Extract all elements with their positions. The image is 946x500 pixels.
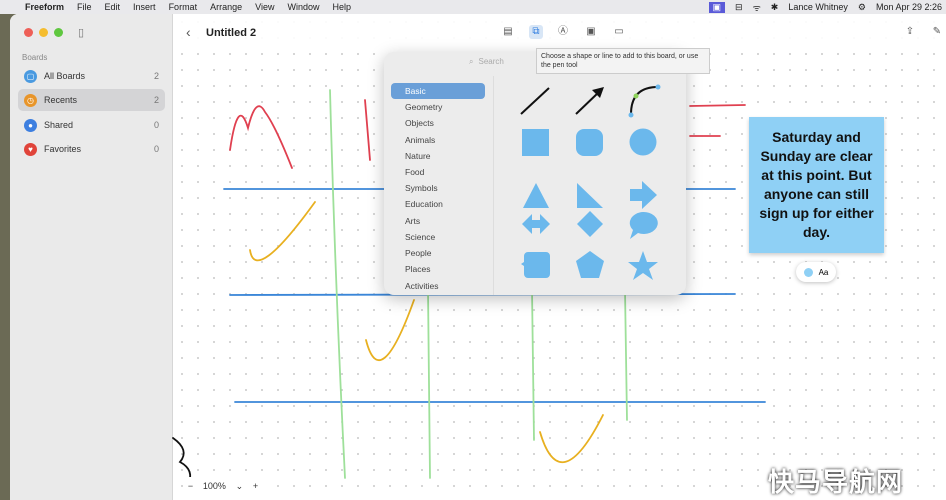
zoom-in-button[interactable]: + — [253, 481, 258, 491]
shape-grid — [496, 76, 686, 295]
category-science[interactable]: Science — [391, 229, 485, 245]
search-icon: ⌕ — [469, 57, 474, 66]
category-objects[interactable]: Objects — [391, 115, 485, 131]
yellow-drawing — [539, 414, 604, 464]
category-symbols[interactable]: Symbols — [391, 180, 485, 196]
category-basic[interactable]: Basic — [391, 83, 485, 99]
note-format-button[interactable]: Aa — [796, 262, 836, 282]
category-arts[interactable]: Arts — [391, 213, 485, 229]
zoom-level[interactable]: 100% — [203, 481, 226, 491]
search-field[interactable]: ⌕ Search — [469, 57, 504, 67]
category-animals[interactable]: Animals — [391, 132, 485, 148]
text-format-label[interactable]: Aa — [819, 268, 829, 277]
yellow-drawing — [365, 299, 415, 361]
curve-line-shape[interactable] — [628, 84, 661, 118]
pentagon-shape[interactable] — [576, 251, 604, 278]
diamond-shape[interactable] — [577, 211, 603, 237]
rounded-square-shape[interactable] — [576, 129, 603, 156]
green-line — [329, 89, 346, 479]
green-line — [531, 289, 535, 441]
shape-picker: ⌕ Search Basic Geometry Objects Animals N… — [384, 52, 686, 295]
category-people[interactable]: People — [391, 245, 485, 261]
arrow-line-shape[interactable] — [575, 87, 604, 115]
green-line — [624, 289, 628, 421]
green-line — [427, 289, 431, 479]
triangle-shape[interactable] — [523, 183, 549, 208]
zoom-out-button[interactable]: − — [188, 481, 193, 491]
right-triangle-shape[interactable] — [577, 183, 603, 208]
zoom-control: − 100% ⌄ + — [183, 477, 263, 495]
category-places[interactable]: Places — [391, 261, 485, 277]
color-swatch-icon[interactable] — [803, 267, 813, 277]
yellow-drawing — [249, 201, 316, 262]
red-drawing — [364, 99, 371, 161]
category-education[interactable]: Education — [391, 196, 485, 212]
red-drawing — [689, 104, 746, 137]
star-shape[interactable] — [628, 251, 658, 280]
shapes-tooltip: Choose a shape or line to add to this bo… — [536, 48, 710, 75]
category-nature[interactable]: Nature — [391, 148, 485, 164]
callout-shape[interactable] — [521, 252, 550, 278]
square-shape[interactable] — [522, 129, 549, 156]
chevron-down-icon[interactable]: ⌄ — [236, 481, 244, 492]
category-activities[interactable]: Activities — [391, 278, 485, 294]
category-list: Basic Geometry Objects Animals Nature Fo… — [384, 76, 494, 295]
double-arrow-shape[interactable] — [522, 214, 550, 234]
circle-shape[interactable] — [629, 128, 657, 156]
search-placeholder: Search — [478, 57, 504, 66]
watermark: 快马导航网 — [768, 467, 904, 497]
speech-bubble-shape[interactable] — [629, 211, 658, 239]
red-drawing — [229, 105, 293, 169]
category-geometry[interactable]: Geometry — [391, 99, 485, 115]
category-food[interactable]: Food — [391, 164, 485, 180]
arrow-shape[interactable] — [630, 181, 657, 209]
line-shape[interactable] — [520, 87, 550, 115]
sticky-note[interactable]: Saturday and Sunday are clear at this po… — [749, 117, 884, 253]
